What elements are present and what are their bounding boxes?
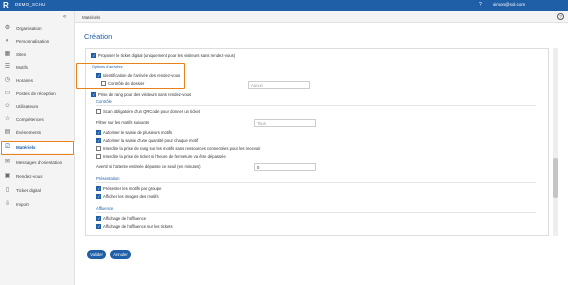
clock-icon: ◷ — [4, 77, 11, 83]
section-divider — [96, 212, 536, 213]
sidebar-item-label: Utilisateurs — [16, 103, 39, 109]
scan-qr-checkbox[interactable] — [96, 109, 101, 114]
show-affluence-tickets-label: Affichage de l'affluence sur les tickets — [103, 224, 173, 229]
page-title: Création — [84, 32, 113, 41]
show-images-checkbox[interactable] — [96, 194, 101, 199]
highlight-arrival-options — [76, 63, 185, 89]
calendar-icon: ▤ — [4, 129, 11, 135]
palette-icon: ◐ — [5, 38, 10, 44]
gear-icon: ⚙ — [4, 25, 11, 31]
multi-motifs-checkbox[interactable] — [96, 130, 101, 135]
forbid-saturated-label: Interdire la prise de rang sur les motif… — [103, 146, 261, 151]
multi-motifs-label: Autoriser le saisie de plusieurs motifs — [103, 130, 173, 135]
desk-icon: ▭ — [4, 90, 11, 96]
sidebar-item-horaires[interactable]: ◷ Horaires — [0, 75, 75, 86]
sidebar-item-label: Rendez-vous — [16, 173, 43, 179]
sidebar-item-label: Organisation — [16, 25, 42, 31]
sidebar-item-competences[interactable]: ☆ Compétences — [0, 114, 75, 125]
section-divider — [96, 105, 536, 106]
organisation-name[interactable]: DEMO_SCHU — [15, 2, 46, 7]
sidebar-item-postes[interactable]: ▭ Postes de réception — [0, 88, 75, 99]
control-folder-select[interactable]: Aucun — [248, 81, 310, 89]
sidebar-item-label: Événements — [16, 129, 42, 135]
highlight-materiels — [1, 141, 74, 155]
sidebar-item-ticket-digital[interactable]: ▯ Ticket digital — [0, 185, 75, 196]
sidebar-item-import[interactable]: ⇩ Import — [0, 199, 75, 210]
app-logo: R — [3, 1, 9, 10]
sidebar-item-label: Compétences — [16, 116, 44, 122]
top-bar: R DEMO_SCHU ? simon@sol.com — [0, 0, 568, 11]
present-group-checkbox[interactable] — [96, 186, 101, 191]
forbid-saturated-checkbox[interactable] — [96, 146, 101, 151]
forbid-after-hours-label: Interdire la prise de ticket si l'heure … — [103, 154, 226, 159]
validate-button[interactable]: Valider — [87, 250, 106, 259]
form-scrollbar[interactable] — [553, 48, 558, 236]
sidebar-item-label: Messages d'orientation — [16, 159, 63, 165]
warn-wait-label: Avertir si l'attente estimée dépasse ce … — [96, 164, 201, 169]
section-presentation: Présentation — [96, 176, 120, 181]
collapse-sidebar-icon[interactable]: « — [63, 14, 66, 20]
qty-motif-checkbox[interactable] — [96, 138, 101, 143]
user-menu[interactable]: simon@sol.com — [493, 2, 525, 7]
sidebar-item-label: Sites — [16, 51, 27, 57]
present-group-label: Présenter les motifs par groupe — [103, 186, 162, 191]
warn-wait-input[interactable]: 0 — [254, 163, 316, 171]
appointment-icon: ▣ — [4, 173, 11, 179]
sidebar-item-rendez-vous[interactable]: ▣ Rendez-vous — [0, 171, 75, 182]
help-icon[interactable]: ? — [557, 13, 564, 20]
building-icon: ▦ — [4, 51, 11, 57]
sidebar-item-label: Motifs — [16, 64, 29, 70]
prise-rang-checkbox[interactable] — [91, 92, 96, 97]
sidebar-item-label: Postes de réception — [16, 90, 56, 96]
scan-qr-label: Scan obligatoire d'un QRCode pour donner… — [103, 109, 200, 114]
scroll-thumb[interactable] — [553, 158, 558, 198]
import-icon: ⇩ — [4, 201, 11, 207]
top-help-icon[interactable]: ? — [479, 2, 482, 8]
sidebar-item-label: Import — [16, 201, 29, 207]
show-affluence-checkbox[interactable] — [96, 216, 101, 221]
page-header: Matériels ? — [75, 11, 568, 23]
list-icon: ☰ — [4, 64, 11, 70]
digital-ticket-label: Proposer le ticket digital (uniquement p… — [98, 53, 236, 58]
section-control: Contrôle — [96, 99, 112, 104]
sidebar-item-motifs[interactable]: ☰ Motifs — [0, 62, 75, 73]
sidebar-item-sites[interactable]: ▦ Sites — [0, 49, 75, 60]
show-affluence-tickets-checkbox[interactable] — [96, 224, 101, 229]
star-icon: ☆ — [4, 116, 11, 122]
filter-select[interactable]: Tous — [254, 119, 316, 127]
show-affluence-label: Affichage de l'affluence — [103, 216, 147, 221]
prise-rang-label: Prise de rang pour des visiteurs sans re… — [98, 92, 192, 97]
breadcrumb[interactable]: Matériels — [82, 15, 100, 20]
sidebar-item-personnalisation[interactable]: ◐ Personnalisation — [0, 36, 75, 47]
section-divider — [96, 182, 536, 183]
qty-motif-label: Autoriser la saisie d'une quantité pour … — [103, 138, 199, 143]
users-icon: ☺ — [4, 103, 11, 109]
cancel-button[interactable]: Annuler — [110, 250, 131, 259]
sidebar-item-organisation[interactable]: ⚙ Organisation — [0, 23, 75, 34]
filter-label: Filtrer sur les motifs suivants — [96, 120, 150, 125]
sidebar: « ⚙ Organisation ◐ Personnalisation ▦ Si… — [0, 11, 75, 285]
ticket-icon: ▯ — [5, 187, 10, 193]
sidebar-item-label: Personnalisation — [16, 38, 50, 44]
section-affluence: Affluence — [96, 206, 114, 211]
show-images-label: Afficher les images des motifs — [103, 194, 159, 199]
sidebar-item-utilisateurs[interactable]: ☺ Utilisateurs — [0, 101, 75, 112]
sidebar-item-messages[interactable]: ✉ Messages d'orientation — [0, 157, 75, 168]
digital-ticket-checkbox[interactable] — [91, 53, 96, 58]
sidebar-item-evenements[interactable]: ▤ Événements — [0, 127, 75, 138]
sidebar-item-label: Ticket digital — [16, 187, 41, 193]
sidebar-item-label: Horaires — [16, 77, 34, 83]
message-icon: ✉ — [4, 159, 11, 165]
forbid-after-hours-checkbox[interactable] — [96, 154, 101, 159]
